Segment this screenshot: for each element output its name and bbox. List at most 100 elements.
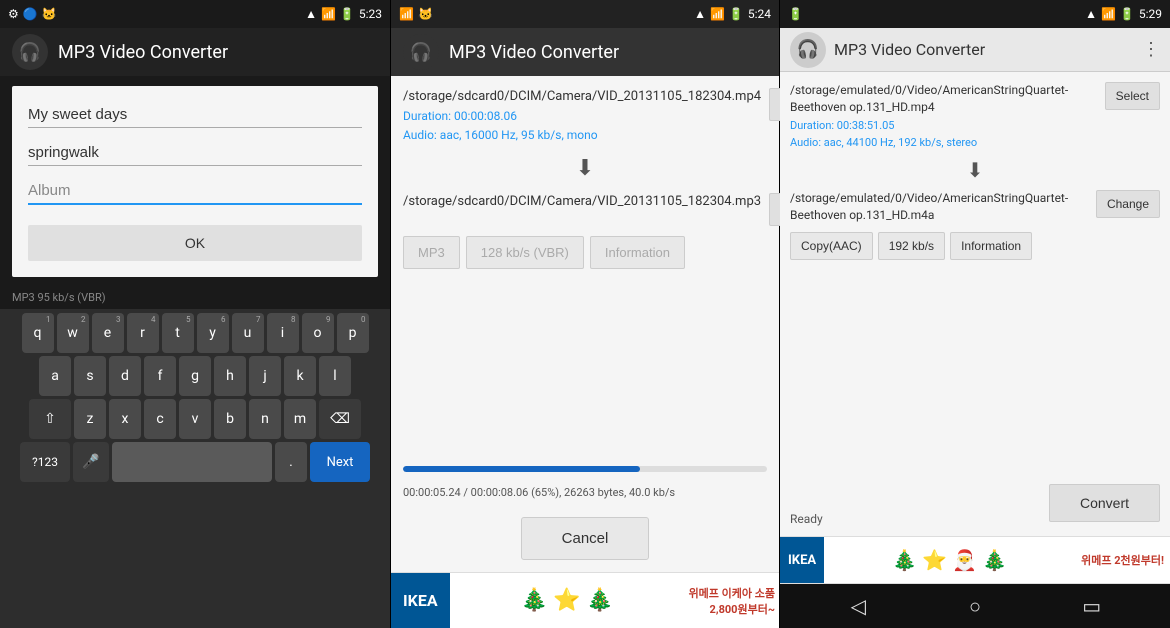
key-u[interactable]: 7u [232, 313, 264, 353]
app-header-3: 🎧 MP3 Video Converter ⋮ [780, 28, 1170, 72]
key-d[interactable]: d [109, 356, 141, 396]
select-button-3[interactable]: Select [1105, 82, 1160, 110]
recents-icon: ▭ [1082, 594, 1101, 618]
key-z[interactable]: z [74, 399, 106, 439]
source-file-row: /storage/sdcard0/DCIM/Camera/VID_2013110… [403, 88, 767, 144]
cat-icon: 🐱 [42, 7, 57, 21]
key-p[interactable]: 0p [337, 313, 369, 353]
key-o[interactable]: 9o [302, 313, 334, 353]
key-b[interactable]: b [214, 399, 246, 439]
key-w[interactable]: 2w [57, 313, 89, 353]
back-button[interactable]: ◁ [840, 592, 876, 620]
dest-file-row-3: /storage/emulated/0/Video/AmericanString… [790, 190, 1160, 224]
key-n[interactable]: n [249, 399, 281, 439]
ok-button[interactable]: OK [28, 225, 362, 261]
spacer-3 [790, 268, 1160, 476]
recents-button[interactable]: ▭ [1074, 592, 1110, 620]
key-f[interactable]: f [144, 356, 176, 396]
title-field[interactable] [28, 102, 362, 128]
key-q[interactable]: 1q [22, 313, 54, 353]
key-j[interactable]: j [249, 356, 281, 396]
change-button-3[interactable]: Change [1096, 190, 1160, 218]
period-key[interactable]: . [275, 442, 307, 482]
album-field[interactable] [28, 178, 362, 205]
format-bitrate-button[interactable]: 128 kb/s (VBR) [466, 236, 584, 269]
wifi-icon: ▲ [305, 7, 317, 21]
wifi-icon-2: ▲ [694, 7, 706, 21]
nav-bar: ◁ ○ ▭ [780, 584, 1170, 628]
key-m[interactable]: m [284, 399, 316, 439]
status-right-3: ▲ 📶 🔋 5:29 [1085, 7, 1162, 21]
numbers-key[interactable]: ?123 [20, 442, 70, 482]
bottom-partial: MP3 95 kb/s (VBR) [0, 287, 390, 309]
status-left-1: ⚙ 🔵 🐱 [8, 7, 57, 21]
source-duration-3: Duration: 00:38:51.05 [790, 118, 1099, 133]
bluetooth-icon: 🔵 [23, 7, 38, 21]
wifi-icon-3: ▲ [1085, 7, 1097, 21]
arrow-down-2: ⬇ [403, 156, 767, 181]
key-k[interactable]: k [284, 356, 316, 396]
format-info-button-3[interactable]: Information [950, 232, 1032, 260]
progress-text: 00:00:05.24 / 00:00:08.06 (65%), 26263 b… [403, 486, 767, 499]
key-a[interactable]: a [39, 356, 71, 396]
key-g[interactable]: g [179, 356, 211, 396]
format-mp3-button[interactable]: MP3 [403, 236, 460, 269]
key-r[interactable]: 4r [127, 313, 159, 353]
key-y[interactable]: 6y [197, 313, 229, 353]
ikea-logo-3: IKEA [780, 537, 824, 583]
key-h[interactable]: h [214, 356, 246, 396]
home-button[interactable]: ○ [957, 592, 993, 620]
app-header-1: 🎧 MP3 Video Converter [0, 28, 390, 76]
key-t[interactable]: 5t [162, 313, 194, 353]
battery-icon-3: 🔋 [1120, 7, 1135, 21]
battery-icon-2: 🔋 [729, 7, 744, 21]
dest-path-text-3: /storage/emulated/0/Video/AmericanString… [790, 190, 1090, 224]
shift-key[interactable]: ⇧ [29, 399, 71, 439]
source-audio-3: Audio: aac, 44100 Hz, 192 kb/s, stereo [790, 135, 1099, 150]
signal-bars-3: 📶 [1101, 7, 1116, 21]
mic-key[interactable]: 🎤 [73, 442, 109, 482]
source-file-row-3: /storage/emulated/0/Video/AmericanString… [790, 82, 1160, 150]
metadata-dialog: OK [12, 86, 378, 277]
status-left-2: 📶 🐱 [399, 7, 433, 21]
key-e[interactable]: 3e [92, 313, 124, 353]
status-ready-label: Ready [790, 504, 823, 526]
battery-icon: 🔋 [340, 7, 355, 21]
convert-button[interactable]: Convert [1049, 484, 1160, 522]
ad-text-2[interactable]: 위메프 이케아 소품 2,800원부터~ [685, 581, 779, 621]
arrow-down-3: ⬇ [790, 158, 1160, 182]
keyboard-row-3: ⇧ z x c v b n m ⌫ [2, 399, 388, 439]
ad-text-3[interactable]: 위메프 2천원부터! [1075, 548, 1170, 572]
album-input[interactable] [28, 178, 362, 205]
cancel-button[interactable]: Cancel [521, 517, 650, 560]
format-info-button-2[interactable]: Information [590, 236, 685, 269]
format-copy-button[interactable]: Copy(AAC) [790, 232, 873, 260]
ikea-logo-2: IKEA [391, 573, 450, 628]
title-input[interactable] [28, 102, 362, 128]
format-bitrate-button-3[interactable]: 192 kb/s [878, 232, 945, 260]
app-title-2: MP3 Video Converter [449, 42, 619, 63]
artist-field[interactable] [28, 140, 362, 166]
spacer-2 [403, 279, 767, 452]
artist-input[interactable] [28, 140, 362, 166]
panel-converter: 📶 🐱 ▲ 📶 🔋 5:24 🎧 MP3 Video Converter /st… [390, 0, 780, 628]
keyboard-row-1: 1q 2w 3e 4r 5t 6y 7u 8i 9o 0p [2, 313, 388, 353]
key-l[interactable]: l [319, 356, 351, 396]
next-key[interactable]: Next [310, 442, 370, 482]
status-right-1: ▲ 📶 🔋 5:23 [305, 7, 382, 21]
key-v[interactable]: v [179, 399, 211, 439]
keyboard-row-4: ?123 🎤 . Next [2, 442, 388, 482]
converter-content: /storage/sdcard0/DCIM/Camera/VID_2013110… [391, 76, 779, 572]
more-menu-icon[interactable]: ⋮ [1142, 39, 1160, 60]
key-c[interactable]: c [144, 399, 176, 439]
home-icon: ○ [969, 594, 981, 619]
app-icon-2: 🎧 [403, 34, 439, 70]
space-key[interactable] [112, 442, 272, 482]
key-s[interactable]: s [74, 356, 106, 396]
status-bar-2: 📶 🐱 ▲ 📶 🔋 5:24 [391, 0, 779, 28]
key-i[interactable]: 8i [267, 313, 299, 353]
app-title-1: MP3 Video Converter [58, 42, 228, 63]
delete-key[interactable]: ⌫ [319, 399, 361, 439]
key-x[interactable]: x [109, 399, 141, 439]
battery-icon-3a: 🔋 [788, 7, 803, 21]
